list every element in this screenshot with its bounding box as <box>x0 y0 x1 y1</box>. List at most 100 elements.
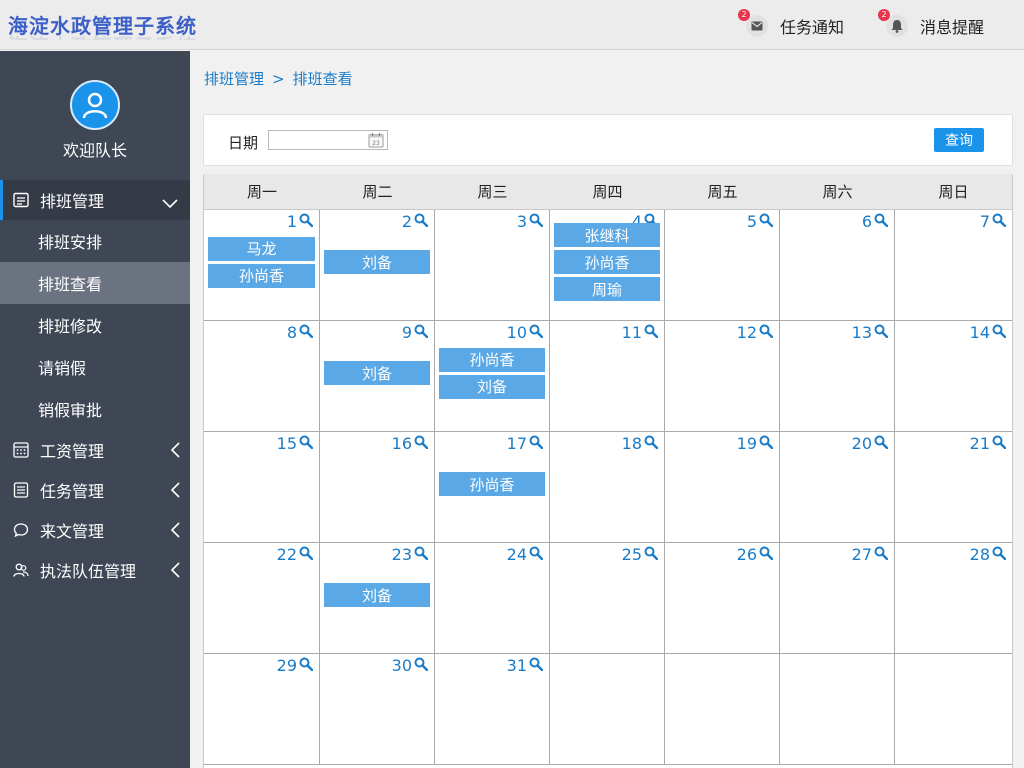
duty-person[interactable]: 马龙 <box>208 236 315 261</box>
duty-person[interactable]: 刘备 <box>324 250 430 274</box>
breadcrumb-parent-link[interactable]: 排班管理 <box>204 70 264 88</box>
day-number-link[interactable]: 20 <box>852 434 889 453</box>
sidebar-item-incoming-docs[interactable]: 来文管理 <box>0 510 190 550</box>
zoom-icon <box>874 212 889 231</box>
day-number-link[interactable]: 12 <box>737 323 774 342</box>
day-number-link[interactable]: 26 <box>736 545 774 564</box>
day-number: 7 <box>979 212 990 231</box>
calendar-day-cell: 15 <box>204 432 320 543</box>
zoom-icon <box>414 212 429 231</box>
zoom-icon <box>874 434 889 453</box>
task-notification-label: 任务通知 <box>780 18 845 37</box>
day-number: 23 <box>391 545 412 564</box>
duty-person[interactable]: 孙尚香 <box>439 472 545 496</box>
message-reminder-button[interactable]: 2 消息提醒 <box>878 9 984 40</box>
duty-person[interactable]: 刘备 <box>324 583 430 607</box>
day-number-link[interactable]: 17 <box>507 434 544 453</box>
zoom-icon <box>992 212 1007 231</box>
sidebar-subitem-leave-approval[interactable]: 销假审批 <box>0 388 190 430</box>
mail-icon: 2 <box>738 9 768 37</box>
sidebar-subitem-schedule-modify[interactable]: 排班修改 <box>0 304 190 346</box>
calendar-day-cell: 25 <box>550 543 665 654</box>
sidebar-item-salary[interactable]: 工资管理 <box>0 430 190 470</box>
zoom-icon <box>874 545 889 564</box>
day-number-link[interactable]: 13 <box>852 323 889 342</box>
top-header: 海淀水政管理子系统 海淀水政管理子系统 2 任务通知 2 消息提醒 <box>0 0 1024 50</box>
duty-person[interactable]: 孙尚香 <box>554 250 660 274</box>
chevron-left-icon <box>170 522 180 542</box>
day-number: 27 <box>851 545 872 564</box>
day-number-link[interactable]: 22 <box>277 545 314 564</box>
sidebar-subitem-schedule-arrange[interactable]: 排班安排 <box>0 220 190 262</box>
zoom-icon <box>759 434 774 453</box>
zoom-icon <box>299 434 314 453</box>
sidebar-item-team[interactable]: 执法队伍管理 <box>0 550 190 590</box>
calendar-day-cell <box>665 654 780 765</box>
zoom-icon <box>874 323 889 342</box>
day-number-link[interactable]: 11 <box>622 323 659 342</box>
sidebar-subitem-schedule-view[interactable]: 排班查看 <box>0 262 190 304</box>
calendar-day-cell: 21 <box>895 432 1012 543</box>
duty-person[interactable]: 周瑜 <box>554 277 660 301</box>
calendar-day-cell: 5 <box>665 210 780 321</box>
day-number-link[interactable]: 18 <box>621 434 659 453</box>
calendar-picker-icon[interactable]: 23 <box>368 132 384 148</box>
day-number-link[interactable]: 30 <box>392 656 429 675</box>
duty-person[interactable]: 刘备 <box>439 374 545 399</box>
calendar-day-cell <box>895 654 1012 765</box>
zoom-icon <box>759 545 774 564</box>
day-number-link[interactable]: 8 <box>286 323 314 342</box>
day-number-link[interactable]: 25 <box>622 545 659 564</box>
day-number-link[interactable]: 21 <box>970 434 1007 453</box>
sidebar-subitem-label: 排班查看 <box>38 275 103 294</box>
duty-list: 孙尚香 刘备 <box>439 347 545 402</box>
sidebar-item-task[interactable]: 任务管理 <box>0 470 190 510</box>
calendar-day-cell: 17 孙尚香 <box>435 432 550 543</box>
calendar-day-cell: 18 <box>550 432 665 543</box>
user-avatar-icon[interactable] <box>70 80 120 130</box>
calendar-day-cell: 16 <box>320 432 435 543</box>
list-icon <box>12 191 30 209</box>
sidebar-item-label: 工资管理 <box>40 442 105 461</box>
day-number-link[interactable]: 9 <box>402 323 429 342</box>
day-number-link[interactable]: 29 <box>277 656 314 675</box>
day-number-link[interactable]: 7 <box>979 212 1007 231</box>
day-number: 8 <box>286 323 297 342</box>
day-number-link[interactable]: 3 <box>517 212 544 231</box>
duty-person[interactable]: 孙尚香 <box>208 263 315 288</box>
day-number: 26 <box>736 545 757 564</box>
day-number-link[interactable]: 10 <box>507 323 544 342</box>
day-number-link[interactable]: 19 <box>737 434 774 453</box>
calendar-day-cell: 23 刘备 <box>320 543 435 654</box>
sidebar-subitem-leave-request[interactable]: 请销假 <box>0 346 190 388</box>
day-number-link[interactable]: 6 <box>862 212 889 231</box>
day-number-link[interactable]: 14 <box>970 323 1007 342</box>
day-number-link[interactable]: 24 <box>507 545 544 564</box>
day-number: 18 <box>621 434 642 453</box>
sidebar-item-label: 执法队伍管理 <box>40 562 137 581</box>
duty-person[interactable]: 刘备 <box>324 361 430 385</box>
duty-person[interactable]: 孙尚香 <box>439 347 545 372</box>
users-icon <box>12 561 30 579</box>
day-number-link[interactable]: 31 <box>507 656 544 675</box>
day-number-link[interactable]: 28 <box>970 545 1007 564</box>
chevron-left-icon <box>170 482 180 502</box>
zoom-icon <box>644 545 659 564</box>
calendar-day-cell: 7 <box>895 210 1012 321</box>
day-number-link[interactable]: 16 <box>391 434 429 453</box>
zoom-icon <box>414 656 429 675</box>
day-number-link[interactable]: 27 <box>851 545 889 564</box>
day-number-link[interactable]: 23 <box>391 545 429 564</box>
query-button[interactable]: 查询 <box>934 128 984 152</box>
day-number-link[interactable]: 2 <box>402 212 429 231</box>
day-number-link[interactable]: 15 <box>277 434 314 453</box>
day-number-link[interactable]: 5 <box>747 212 774 231</box>
calendar-day-cell: 27 <box>780 543 895 654</box>
duty-person[interactable]: 张继科 <box>554 223 660 247</box>
zoom-icon <box>299 212 314 231</box>
breadcrumb: 排班管理 > 排班查看 <box>204 68 353 89</box>
task-notification-button[interactable]: 2 任务通知 <box>738 9 845 40</box>
day-number-link[interactable]: 1 <box>287 212 314 231</box>
sidebar-item-schedule[interactable]: 排班管理 <box>0 180 190 220</box>
day-number: 16 <box>391 434 412 453</box>
